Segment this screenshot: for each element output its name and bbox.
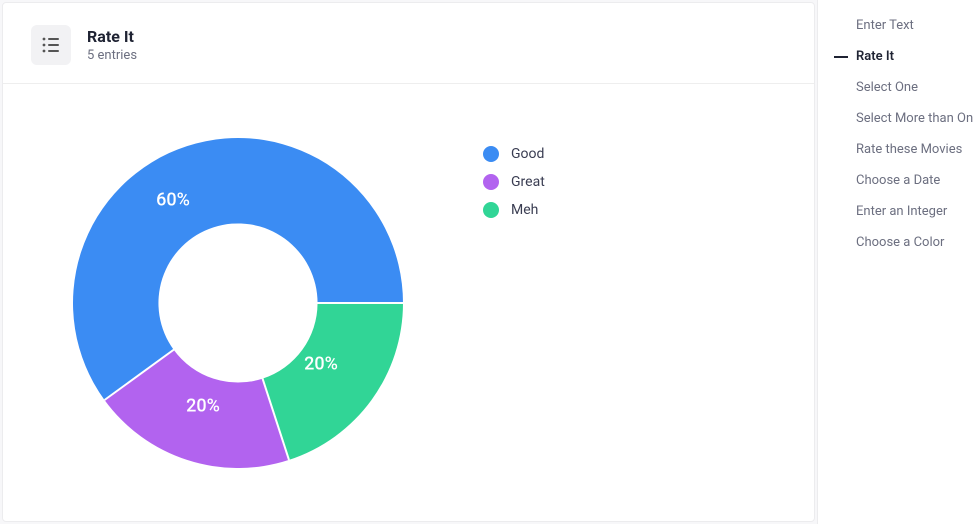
donut-svg-overlay xyxy=(73,138,403,468)
header-text: Rate It 5 entries xyxy=(87,27,137,63)
chart-area: 60% 20% 20% Good Great Meh xyxy=(3,84,814,521)
card-header: Rate It 5 entries xyxy=(3,3,814,84)
active-indicator xyxy=(834,56,848,58)
legend-label: Meh xyxy=(511,202,538,218)
app-root: Rate It 5 entries xyxy=(0,0,973,524)
legend-swatch xyxy=(483,202,499,218)
sidebar-item-label: Select One xyxy=(856,80,918,95)
sidebar-item-label: Enter Text xyxy=(856,18,914,33)
sidebar-item-select-more-than-one[interactable]: Select More than One xyxy=(818,103,973,134)
legend-swatch xyxy=(483,174,499,190)
field-type-icon xyxy=(31,25,71,65)
card-title: Rate It xyxy=(87,27,137,46)
legend-label: Great xyxy=(511,174,545,190)
sidebar-item-label: Enter an Integer xyxy=(856,204,947,219)
sidebar-item-enter-an-integer[interactable]: Enter an Integer xyxy=(818,196,973,227)
main-panel: Rate It 5 entries xyxy=(2,2,815,522)
sidebar-item-label: Rate It xyxy=(856,49,894,64)
sidebar-item-label: Rate these Movies xyxy=(856,142,962,157)
sidebar-item-choose-a-color[interactable]: Choose a Color xyxy=(818,227,973,258)
legend-item-great[interactable]: Great xyxy=(483,174,545,190)
list-icon xyxy=(41,35,61,55)
legend-label: Good xyxy=(511,146,544,162)
sidebar-item-choose-a-date[interactable]: Choose a Date xyxy=(818,165,973,196)
legend-swatch xyxy=(483,146,499,162)
sidebar-item-label: Select More than One xyxy=(856,111,973,126)
sidebar-item-rate-these-movies[interactable]: Rate these Movies xyxy=(818,134,973,165)
sidebar-item-select-one[interactable]: Select One xyxy=(818,72,973,103)
sidebar-item-label: Choose a Date xyxy=(856,173,940,188)
donut-chart: 60% 20% 20% xyxy=(73,138,403,468)
legend-item-meh[interactable]: Meh xyxy=(483,202,545,218)
chart-legend: Good Great Meh xyxy=(483,146,545,218)
sidebar-item-rate-it[interactable]: Rate It xyxy=(818,41,973,72)
side-panel: Enter Text Rate It Select One Select Mor… xyxy=(817,0,973,524)
sidebar-item-label: Choose a Color xyxy=(856,235,944,250)
sidebar-item-enter-text[interactable]: Enter Text xyxy=(818,10,973,41)
legend-item-good[interactable]: Good xyxy=(483,146,545,162)
card-subtitle: 5 entries xyxy=(87,48,137,63)
